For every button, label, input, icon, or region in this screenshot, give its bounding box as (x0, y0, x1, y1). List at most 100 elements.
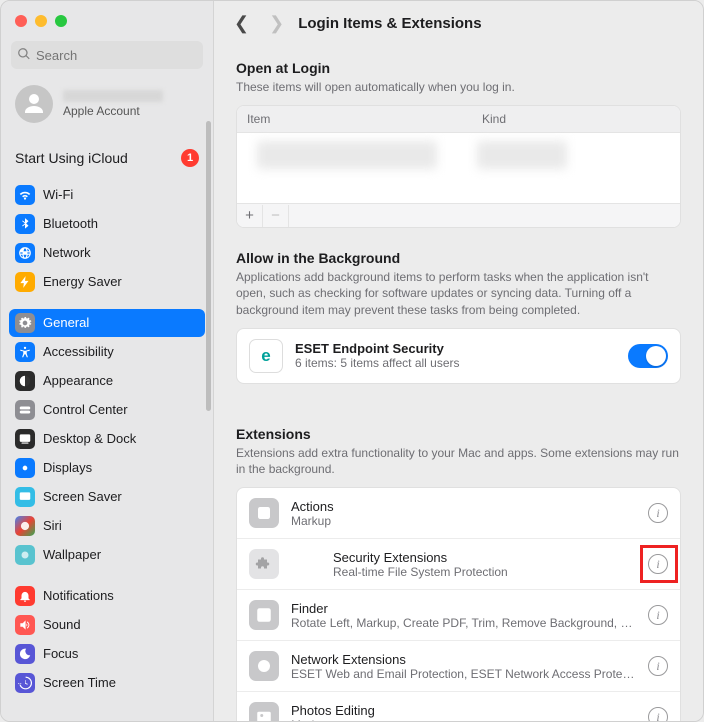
sidebar-item-focus[interactable]: Focus (9, 640, 205, 668)
search-icon (17, 47, 36, 64)
sidebar-item-wallpaper[interactable]: Wallpaper (9, 541, 205, 569)
extension-title: Actions (291, 499, 636, 514)
background-item-toggle[interactable] (628, 344, 668, 368)
sidebar-item-displays[interactable]: Displays (9, 454, 205, 482)
sidebar-item-label: Energy Saver (43, 272, 122, 292)
sidebar-item-screen-time[interactable]: Screen Time (9, 669, 205, 697)
redacted-item (257, 141, 437, 169)
actions-icon (249, 498, 279, 528)
sidebar-item-label: Desktop & Dock (43, 429, 136, 449)
search-field[interactable] (11, 41, 203, 69)
avatar (15, 85, 53, 123)
accessibility-icon (15, 342, 35, 362)
background-desc: Applications add background items to per… (236, 269, 681, 318)
sidebar-item-siri[interactable]: Siri (9, 512, 205, 540)
forward-button[interactable]: ❯ (269, 13, 284, 34)
control-center-icon (15, 400, 35, 420)
energy-icon (15, 272, 35, 292)
extensions-heading: Extensions (236, 426, 681, 442)
wifi-icon (15, 185, 35, 205)
login-items-table: Item Kind + − (236, 105, 681, 228)
content-header: ❮ ❯ Login Items & Extensions (214, 1, 703, 44)
account-subtitle: Apple Account (63, 104, 163, 119)
add-item-button[interactable]: + (237, 205, 263, 227)
extension-sub: Rotate Left, Markup, Create PDF, Trim, R… (291, 616, 636, 630)
zoom-window-button[interactable] (55, 15, 67, 27)
sidebar-item-label: Accessibility (43, 342, 114, 362)
extension-row-finder[interactable]: Finder Rotate Left, Markup, Create PDF, … (237, 590, 680, 641)
sidebar-item-label: Sound (43, 615, 81, 635)
sidebar-item-label: Appearance (43, 371, 113, 391)
extension-title: Security Extensions (333, 550, 636, 565)
info-button[interactable]: i (648, 605, 668, 625)
network-ext-icon (249, 651, 279, 681)
sidebar-item-label: Screen Saver (43, 487, 122, 507)
account-row[interactable]: Apple Account (1, 79, 213, 133)
displays-icon (15, 458, 35, 478)
finder-icon (249, 600, 279, 630)
extension-row-security[interactable]: Security Extensions Real-time File Syste… (237, 539, 680, 590)
settings-window: Apple Account Start Using iCloud 1 Wi-Fi… (0, 0, 704, 722)
gear-icon (15, 313, 35, 333)
sidebar-item-desktop-dock[interactable]: Desktop & Dock (9, 425, 205, 453)
account-name-redacted (63, 90, 163, 102)
column-kind[interactable]: Kind (472, 106, 680, 132)
extension-sub: Markup (291, 718, 636, 721)
close-window-button[interactable] (15, 15, 27, 27)
extension-row-network[interactable]: Network Extensions ESET Web and Email Pr… (237, 641, 680, 692)
photos-icon (249, 702, 279, 721)
sidebar-item-wifi[interactable]: Wi-Fi (9, 181, 205, 209)
sidebar-item-label: Bluetooth (43, 214, 98, 234)
sidebar-item-label: Wi-Fi (43, 185, 73, 205)
sidebar-item-appearance[interactable]: Appearance (9, 367, 205, 395)
background-item-eset: e ESET Endpoint Security 6 items: 5 item… (236, 328, 681, 384)
sidebar-scrollbar[interactable] (206, 121, 211, 713)
background-heading: Allow in the Background (236, 250, 681, 266)
search-input[interactable] (36, 48, 212, 63)
sidebar-item-notifications[interactable]: Notifications (9, 582, 205, 610)
sidebar-item-network[interactable]: Network (9, 239, 205, 267)
login-items-body[interactable] (237, 133, 680, 203)
sound-icon (15, 615, 35, 635)
extension-title: Network Extensions (291, 652, 636, 667)
network-icon (15, 243, 35, 263)
sidebar-item-energy[interactable]: Energy Saver (9, 268, 205, 296)
screentime-icon (15, 673, 35, 693)
sidebar-item-label: General (43, 313, 89, 333)
extension-sub: Markup (291, 514, 636, 528)
column-item[interactable]: Item (237, 106, 472, 132)
window-controls (1, 1, 213, 37)
sidebar-item-sound[interactable]: Sound (9, 611, 205, 639)
page-title: Login Items & Extensions (298, 15, 481, 32)
sidebar-item-label: Control Center (43, 400, 128, 420)
sidebar-item-bluetooth[interactable]: Bluetooth (9, 210, 205, 238)
sidebar-item-label: Wallpaper (43, 545, 101, 565)
remove-item-button[interactable]: − (263, 205, 289, 227)
info-button[interactable]: i (648, 707, 668, 721)
extension-sub: ESET Web and Email Protection, ESET Netw… (291, 667, 636, 681)
open-at-login-desc: These items will open automatically when… (236, 79, 681, 95)
sidebar-item-label: Notifications (43, 586, 114, 606)
extension-row-photos[interactable]: Photos Editing Markup i (237, 692, 680, 721)
sidebar-item-screen-saver[interactable]: Screen Saver (9, 483, 205, 511)
open-at-login-heading: Open at Login (236, 60, 681, 76)
sidebar-item-label: Network (43, 243, 91, 263)
info-button[interactable]: i (648, 503, 668, 523)
info-button[interactable]: i (648, 656, 668, 676)
back-button[interactable]: ❮ (234, 13, 249, 34)
wallpaper-icon (15, 545, 35, 565)
minimize-window-button[interactable] (35, 15, 47, 27)
sidebar: Apple Account Start Using iCloud 1 Wi-Fi… (1, 1, 214, 721)
appearance-icon (15, 371, 35, 391)
sidebar-nav: Wi-Fi Bluetooth Network Energy Saver Gen… (1, 181, 213, 721)
extension-row-actions[interactable]: Actions Markup i (237, 488, 680, 539)
sidebar-item-accessibility[interactable]: Accessibility (9, 338, 205, 366)
annotation-highlight (640, 545, 678, 583)
sidebar-item-general[interactable]: General (9, 309, 205, 337)
background-item-title: ESET Endpoint Security (295, 341, 616, 356)
puzzle-icon (249, 549, 279, 579)
focus-icon (15, 644, 35, 664)
extension-title: Finder (291, 601, 636, 616)
start-using-icloud-row[interactable]: Start Using iCloud 1 (1, 133, 213, 181)
sidebar-item-control-center[interactable]: Control Center (9, 396, 205, 424)
